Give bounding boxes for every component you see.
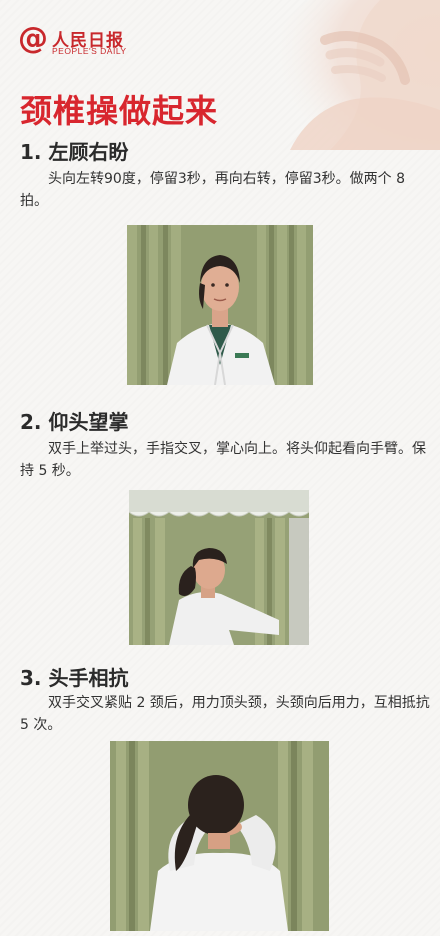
page-title: 颈椎操做起来 (20, 92, 219, 130)
section-1-heading: 1. 左顾右盼 (20, 140, 129, 164)
section-3-text: 双手交叉紧贴 2 颈后，用力顶头颈，头颈向后用力，互相抵抗 5 次。 (20, 695, 430, 733)
section-2-heading: 2. 仰头望掌 (20, 410, 129, 434)
peoples-daily-logo: @ 人民日报 PEOPLE'S DAILY (18, 24, 158, 62)
section-2-text: 双手上举过头，手指交叉，掌心向上。将头仰起看向手臂。保持 5 秒。 (20, 441, 426, 479)
logo-at-icon: @ (18, 21, 48, 56)
section-1-photo (127, 225, 313, 385)
section-2-photo (129, 490, 309, 645)
neck-illustration (230, 0, 440, 150)
section-3-photo (110, 741, 329, 931)
section-3-heading: 3. 头手相抗 (20, 666, 129, 690)
section-1-text: 头向左转90度，停留3秒，再向右转，停留3秒。做两个 8 拍。 (20, 171, 405, 209)
logo-english-name: PEOPLE'S DAILY (52, 46, 127, 56)
